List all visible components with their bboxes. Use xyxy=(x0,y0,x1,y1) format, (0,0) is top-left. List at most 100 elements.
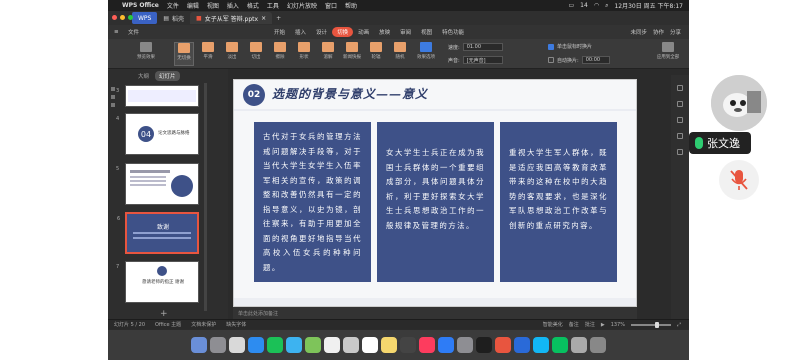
transition-smooth[interactable]: 平滑 xyxy=(198,42,218,66)
transition-wheel[interactable]: 轮辐 xyxy=(366,42,386,66)
menubar-item[interactable]: 幻灯片放映 xyxy=(287,1,317,10)
menubar-item[interactable]: 文件 xyxy=(167,1,179,10)
notes-toggle[interactable]: 备注 xyxy=(569,321,579,328)
slide-thumbnail[interactable]: 3 xyxy=(116,85,199,107)
panel-icon[interactable] xyxy=(111,103,115,107)
panel-icon[interactable] xyxy=(111,95,115,99)
participant-avatar[interactable] xyxy=(711,75,767,131)
tab-review[interactable]: 审阅 xyxy=(395,27,416,37)
content-card-3[interactable]: 重视大学生军人群体，既是适应我国高等教育改革带来的这种在校中的大趋势的客观要求，… xyxy=(500,122,617,282)
slide-thumbnail[interactable]: 7 恳请老师的指正 谢谢 xyxy=(116,261,199,303)
photos-icon[interactable] xyxy=(229,337,245,353)
tab-wps[interactable]: WPS xyxy=(132,12,158,24)
content-card-1[interactable]: 古代对于女兵的管理方法戒问题解决手段等，对于当代大学生女学生入伍率军相关的宣传，… xyxy=(254,122,371,282)
word-icon[interactable] xyxy=(514,337,530,353)
checkbox-checked-icon[interactable] xyxy=(548,43,554,50)
safari-icon[interactable] xyxy=(248,337,264,353)
apply-all-button[interactable]: 应用到全部 xyxy=(654,42,682,66)
play-icon[interactable]: ▶ xyxy=(601,322,605,328)
doc-protect-status[interactable]: 文档未保护 xyxy=(191,321,216,328)
terminal-icon[interactable] xyxy=(476,337,492,353)
slide-canvas[interactable]: 02 选题的背景与意义——意义 古代对于女兵的管理方法戒问题解决手段等，对于当代… xyxy=(233,79,637,307)
tab-document[interactable]: ■ 女子从军 答辩.pptx × xyxy=(190,12,273,24)
beautify-button[interactable]: 智能美化 xyxy=(543,321,563,328)
missing-font-status[interactable]: 缺失字体 xyxy=(226,321,246,328)
launchpad-icon[interactable] xyxy=(210,337,226,353)
downloads-icon[interactable] xyxy=(571,337,587,353)
tab-insert[interactable]: 插入 xyxy=(290,27,311,37)
preview-button[interactable]: 预览效果 xyxy=(136,42,156,66)
contacts-icon[interactable] xyxy=(343,337,359,353)
mail-icon[interactable] xyxy=(286,337,302,353)
transition-random[interactable]: 随机 xyxy=(390,42,410,66)
tab-transition[interactable]: 切换 xyxy=(332,27,354,37)
transition-fade[interactable]: 淡出 xyxy=(222,42,242,66)
comment-toggle[interactable]: 批注 xyxy=(585,321,595,328)
menubar-item[interactable]: 视图 xyxy=(207,1,219,10)
backup-icon[interactable] xyxy=(677,133,683,139)
wps-icon[interactable] xyxy=(495,337,511,353)
outline-tab[interactable]: 大纲 xyxy=(138,72,149,80)
menubar-item[interactable]: 工具 xyxy=(267,1,279,10)
finder-icon[interactable] xyxy=(191,337,207,353)
transition-newsflash[interactable]: 新闻快报 xyxy=(342,42,362,66)
menubar-item[interactable]: 插入 xyxy=(227,1,239,10)
calendar-icon[interactable] xyxy=(324,337,340,353)
new-tab-icon[interactable]: + xyxy=(276,15,281,22)
menubar-app-name[interactable]: WPS Office xyxy=(122,2,159,9)
menubar-item[interactable]: 格式 xyxy=(247,1,259,10)
slides-tab[interactable]: 幻灯片 xyxy=(155,71,180,81)
transition-shape[interactable]: 形状 xyxy=(294,42,314,66)
menu-icon[interactable]: ≡ xyxy=(114,29,119,35)
collab-button[interactable]: 协作 xyxy=(653,28,664,36)
app-store-icon[interactable] xyxy=(438,337,454,353)
slide-thumbnail-selected[interactable]: 6 致谢 xyxy=(117,212,199,254)
minimize-icon[interactable] xyxy=(120,15,125,20)
tab-slideshow[interactable]: 放映 xyxy=(374,27,395,37)
tab-home[interactable]: ▤ 稻壳 xyxy=(157,12,190,24)
search-icon[interactable]: ⌕ xyxy=(605,2,608,10)
panel-icon[interactable] xyxy=(111,87,115,91)
transition-cut[interactable]: 切出 xyxy=(246,42,266,66)
menubar-item[interactable]: 窗口 xyxy=(325,1,337,10)
reminders-icon[interactable] xyxy=(362,337,378,353)
system-settings-icon[interactable] xyxy=(457,337,473,353)
slide-thumbnail[interactable]: 4 04 论文思路与脉络 xyxy=(116,113,199,155)
panel-scrollbar[interactable] xyxy=(204,83,207,311)
effect-options-button[interactable]: 效果选项 xyxy=(414,42,438,66)
content-card-2[interactable]: 女大学生士兵正在成为我国士兵群体的一个重要组成部分，具体问题具体分析，利于更好探… xyxy=(377,122,494,282)
tab-features[interactable]: 特色功能 xyxy=(437,27,469,37)
speed-input[interactable]: 01.00 xyxy=(462,43,503,51)
tab-view[interactable]: 视图 xyxy=(416,27,437,37)
menubar-item[interactable]: 编辑 xyxy=(187,1,199,10)
trash-icon[interactable] xyxy=(590,337,606,353)
menubar-item[interactable]: 帮助 xyxy=(345,1,357,10)
zoom-slider[interactable] xyxy=(630,321,671,328)
tab-animation[interactable]: 动画 xyxy=(353,27,374,37)
settings-icon[interactable] xyxy=(677,117,683,123)
maps-icon[interactable] xyxy=(305,337,321,353)
transition-none[interactable]: 无切换 xyxy=(174,42,194,66)
qq-icon[interactable] xyxy=(533,337,549,353)
transition-wipe[interactable]: 擦除 xyxy=(270,42,290,66)
animation-pane-icon[interactable] xyxy=(677,101,683,107)
battery-icon[interactable]: ▭ xyxy=(569,2,575,9)
add-slide-icon[interactable]: + xyxy=(160,309,168,319)
fit-window-icon[interactable]: ⤢ xyxy=(677,322,681,328)
datetime[interactable]: 12月30日 周五 下午8:17 xyxy=(614,1,683,10)
tab-start[interactable]: 开始 xyxy=(269,27,290,37)
tab-design[interactable]: 设计 xyxy=(311,27,332,37)
checkbox-unchecked-icon[interactable] xyxy=(548,57,554,63)
close-icon[interactable] xyxy=(112,15,117,20)
notes-pane[interactable]: 单击此处添加备注 xyxy=(233,307,637,319)
zoom-icon[interactable] xyxy=(128,15,133,20)
share-icon[interactable] xyxy=(677,149,683,155)
mute-button[interactable] xyxy=(719,160,759,200)
sync-button[interactable]: 未同步 xyxy=(630,28,647,36)
sound-select[interactable]: [无声音] xyxy=(462,56,503,64)
on-click-option[interactable]: 单击鼠标时换片 xyxy=(548,43,592,50)
music-icon[interactable] xyxy=(400,337,416,353)
close-tab-icon[interactable]: × xyxy=(261,15,266,22)
wechat-icon[interactable] xyxy=(552,337,568,353)
transition-dissolve[interactable]: 溶解 xyxy=(318,42,338,66)
